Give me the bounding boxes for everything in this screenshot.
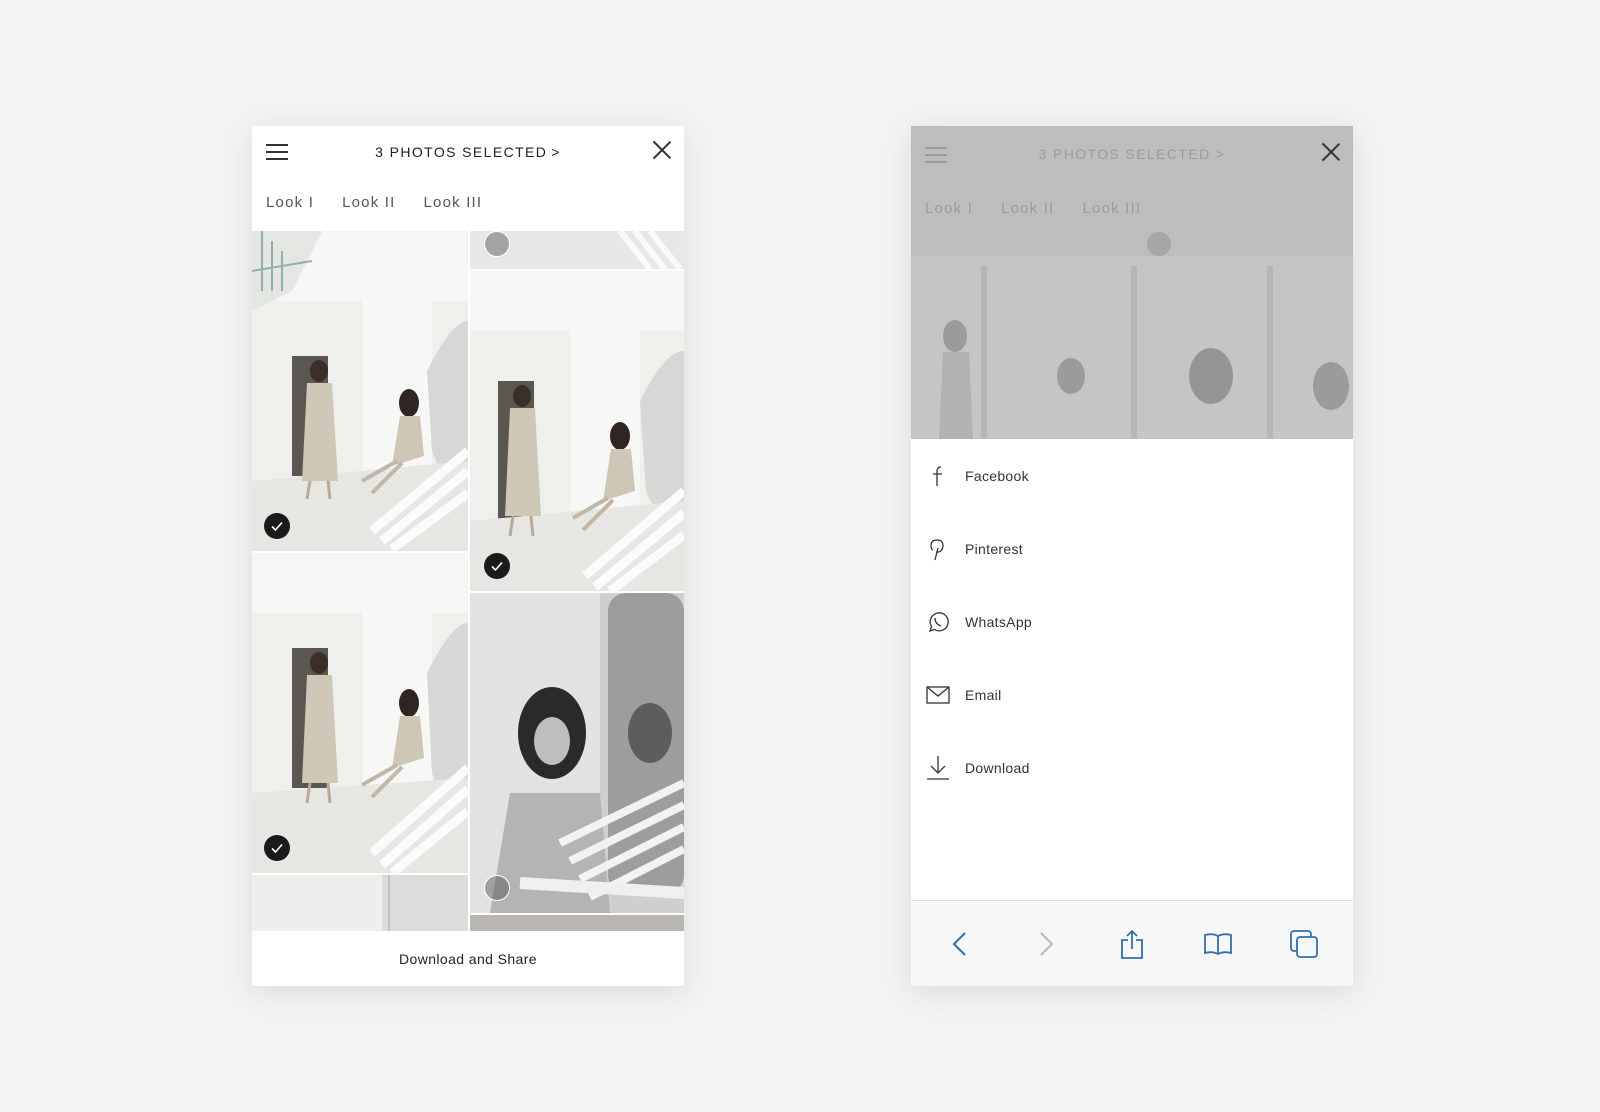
photo-tile[interactable]	[470, 593, 684, 913]
tab-look-ii: Look II	[1001, 200, 1055, 217]
share-option-label: Facebook	[965, 467, 1029, 484]
dimmed-content: 3 PHOTOS SELECTED > Look I Look II Look …	[911, 126, 1353, 439]
bookmarks-icon[interactable]	[1201, 927, 1235, 961]
photo-image	[470, 593, 684, 913]
photo-image	[252, 875, 468, 931]
pinterest-icon	[925, 536, 951, 562]
tab-look-i[interactable]: Look I	[266, 194, 314, 211]
selected-check-icon[interactable]	[484, 553, 510, 579]
tab-look-iii[interactable]: Look III	[424, 194, 483, 211]
photo-image	[470, 915, 684, 931]
back-icon[interactable]	[943, 927, 977, 961]
photo-tile[interactable]	[470, 915, 684, 931]
share-pinterest[interactable]: Pinterest	[911, 512, 1353, 585]
photo-selection-screen: 3 PHOTOS SELECTED > Look I Look II Look I…	[252, 126, 684, 986]
download-and-share-button[interactable]: Download and Share	[252, 931, 684, 986]
email-icon	[925, 682, 951, 708]
photo-tile[interactable]	[252, 875, 468, 931]
tab-look-ii[interactable]: Look II	[342, 194, 395, 211]
tab-look-i: Look I	[925, 200, 974, 217]
share-facebook[interactable]: Facebook	[911, 439, 1353, 512]
dimmed-selection-title: 3 PHOTOS SELECTED >	[911, 146, 1353, 162]
selection-title-text: 3 PHOTOS SELECTED	[375, 144, 548, 160]
dimmed-title-text: 3 PHOTOS SELECTED	[1038, 146, 1211, 162]
share-icon[interactable]	[1115, 927, 1149, 961]
photo-image	[470, 271, 684, 591]
photo-tile[interactable]	[470, 271, 684, 591]
selected-check-icon	[1147, 232, 1171, 256]
unselected-check-icon[interactable]	[484, 231, 510, 257]
chevron-right-icon: >	[1215, 146, 1226, 162]
browser-toolbar	[911, 900, 1353, 986]
share-email[interactable]: Email	[911, 658, 1353, 731]
look-tabs: Look I Look II Look III	[266, 194, 482, 211]
chevron-right-icon: >	[551, 144, 561, 160]
tab-look-iii: Look III	[1082, 200, 1142, 217]
share-option-label: WhatsApp	[965, 613, 1032, 630]
photo-image	[252, 231, 468, 551]
download-icon	[925, 755, 951, 781]
dimmed-background[interactable]: 3 PHOTOS SELECTED > Look I Look II Look …	[911, 126, 1353, 439]
tabs-icon[interactable]	[1287, 927, 1321, 961]
share-option-label: Pinterest	[965, 540, 1023, 557]
dimmed-tabs: Look I Look II Look III	[925, 200, 1141, 217]
whatsapp-icon	[925, 609, 951, 635]
selected-check-icon[interactable]	[264, 513, 290, 539]
header: 3 PHOTOS SELECTED > Look I Look II Look I…	[252, 126, 684, 230]
close-icon[interactable]	[1321, 142, 1341, 162]
photo-tile[interactable]	[252, 553, 468, 873]
share-whatsapp[interactable]: WhatsApp	[911, 585, 1353, 658]
share-sheet-screen: 3 PHOTOS SELECTED > Look I Look II Look …	[911, 126, 1353, 986]
share-option-label: Download	[965, 759, 1030, 776]
photo-grid	[252, 231, 684, 931]
close-icon[interactable]	[652, 140, 672, 160]
unselected-check-icon[interactable]	[484, 875, 510, 901]
share-options-list: Facebook Pinterest WhatsApp Email Downlo…	[911, 439, 1353, 804]
photo-tile[interactable]	[470, 231, 684, 269]
facebook-icon	[925, 463, 951, 489]
dimmed-photo-strip	[911, 256, 1353, 439]
photo-tile[interactable]	[252, 231, 468, 551]
selected-check-icon[interactable]	[264, 835, 290, 861]
selection-title[interactable]: 3 PHOTOS SELECTED >	[252, 144, 684, 160]
forward-icon[interactable]	[1029, 927, 1063, 961]
photo-image	[252, 553, 468, 873]
share-option-label: Email	[965, 686, 1002, 703]
share-download[interactable]: Download	[911, 731, 1353, 804]
